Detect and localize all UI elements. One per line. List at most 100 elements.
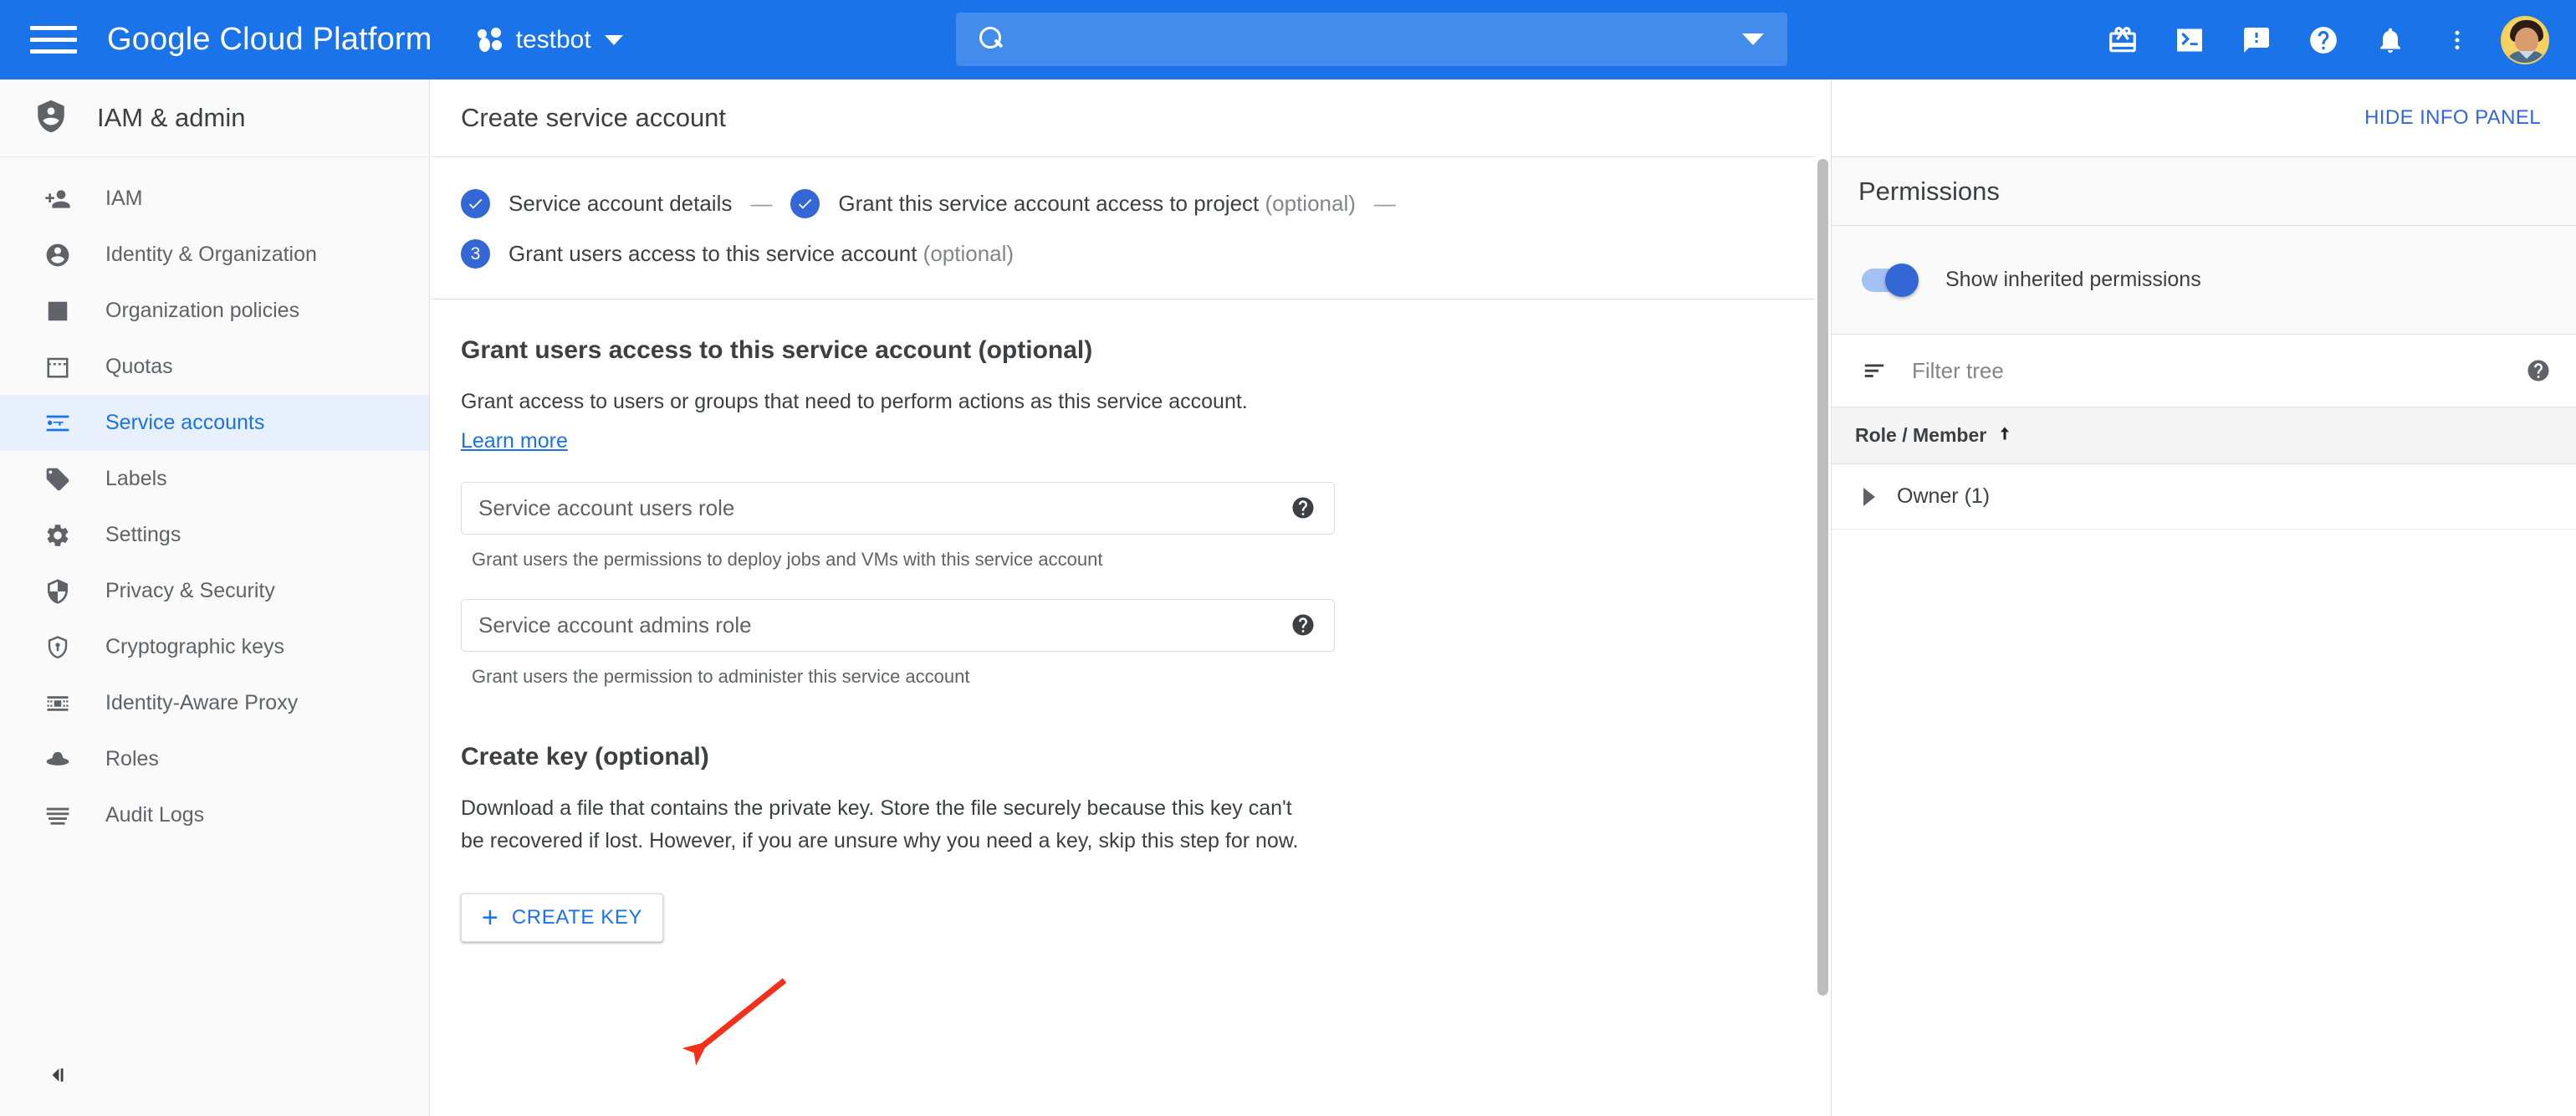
quota-calendar-icon	[38, 355, 77, 380]
show-inherited-permissions-toggle[interactable]	[1862, 263, 1919, 297]
sidebar-item-label: Settings	[105, 523, 181, 546]
step-check-icon	[790, 189, 820, 218]
show-inherited-permissions-label: Show inherited permissions	[1945, 268, 2201, 291]
step-grant-access-to-project[interactable]: Grant this service account access to pro…	[790, 189, 1356, 218]
left-sidebar: IAM & admin IAM Identity & Organization	[0, 79, 430, 1116]
stepper-row-top: Service account details — Grant this ser…	[461, 189, 1827, 218]
step-label: Grant this service account access to pro…	[838, 191, 1356, 217]
service-account-admins-role-field[interactable]	[461, 598, 1335, 652]
sidebar-item-privacy-security[interactable]: Privacy & Security	[0, 563, 429, 619]
help-icon[interactable]	[2290, 7, 2357, 74]
project-selector[interactable]: testbot	[477, 25, 623, 54]
info-panel: HIDE INFO PANEL Permissions Show inherit…	[1831, 79, 2576, 1116]
show-inherited-permissions-row: Show inherited permissions	[1832, 226, 2576, 335]
step-grant-users-access[interactable]: 3 Grant users access to this service acc…	[461, 239, 1014, 269]
key-card-icon	[38, 410, 77, 437]
filter-list-icon[interactable]	[1862, 358, 1887, 383]
create-key-button[interactable]: + CREATE KEY	[461, 893, 664, 943]
column-header-role-member-label: Role / Member	[1855, 424, 1987, 446]
column-header-role-member[interactable]: Role / Member	[1855, 424, 2013, 448]
hamburger-menu-icon[interactable]	[30, 23, 77, 57]
help-circle-icon[interactable]	[2526, 358, 2551, 383]
sidebar-item-quotas[interactable]: Quotas	[0, 339, 429, 395]
help-circle-icon[interactable]	[1291, 495, 1316, 520]
learn-more-link[interactable]: Learn more	[461, 429, 568, 453]
wizard-stepper: Service account details — Grant this ser…	[431, 157, 1827, 299]
service-account-users-role-field[interactable]	[461, 481, 1335, 535]
sidebar-item-cryptographic-keys[interactable]: Cryptographic keys	[0, 619, 429, 675]
gift-icon[interactable]	[2089, 7, 2156, 74]
shield-key-icon	[38, 635, 77, 660]
global-search-bar[interactable]	[956, 13, 1787, 66]
search-dropdown-chevron-down-icon[interactable]	[1742, 33, 1764, 45]
iap-icon	[38, 691, 77, 716]
sidebar-item-organization-policies[interactable]: Organization policies	[0, 283, 429, 339]
main-scrollbar-thumb[interactable]	[1817, 159, 1828, 996]
service-account-admins-role-hint: Grant users the permission to administer…	[472, 665, 970, 687]
step-label-text: Grant users access to this service accou…	[509, 241, 917, 266]
service-account-admins-role-input[interactable]	[478, 612, 1291, 638]
sidebar-item-identity-organization[interactable]: Identity & Organization	[0, 227, 429, 283]
sidebar-item-label: Identity & Organization	[105, 243, 317, 266]
project-dots-icon	[477, 27, 503, 53]
filter-tree-input[interactable]	[1912, 357, 2526, 384]
grant-users-section-description: Grant access to users or groups that nee…	[461, 390, 1248, 413]
feedback-icon[interactable]	[2223, 7, 2290, 74]
step-number-badge: 3	[461, 239, 490, 269]
search-icon	[979, 27, 1004, 52]
user-avatar[interactable]	[2501, 15, 2549, 64]
shield-person-icon	[33, 99, 69, 138]
info-panel-header: HIDE INFO PANEL	[1832, 79, 2576, 157]
gear-icon	[38, 522, 77, 549]
notifications-bell-icon[interactable]	[2357, 7, 2424, 74]
triangle-right-icon[interactable]	[1863, 487, 1875, 506]
search-input[interactable]	[1023, 26, 1742, 53]
gcp-brand-title: Google Cloud Platform	[107, 22, 432, 57]
step-label: Grant users access to this service accou…	[509, 241, 1014, 267]
sidebar-item-iam[interactable]: IAM	[0, 171, 429, 227]
step-check-icon	[461, 189, 490, 218]
permissions-title: Permissions	[1858, 176, 2000, 206]
step-optional-text: (optional)	[923, 241, 1015, 266]
sidebar-item-service-accounts[interactable]: Service accounts	[0, 395, 429, 451]
step-connector-dash: —	[750, 191, 773, 216]
step-connector-dash: —	[1373, 191, 1396, 216]
collapse-panel-icon[interactable]	[38, 1056, 77, 1094]
create-key-section-description: Download a file that contains the privat…	[461, 796, 1299, 852]
sidebar-item-roles[interactable]: Roles	[0, 731, 429, 787]
sidebar-item-label: Organization policies	[105, 299, 300, 322]
sidebar-item-label: Cryptographic keys	[105, 635, 284, 658]
table-row[interactable]: Owner (1)	[1832, 464, 2576, 530]
plus-icon: +	[482, 902, 498, 934]
hide-info-panel-button[interactable]: HIDE INFO PANEL	[2364, 106, 2541, 130]
sidebar-item-label: Quotas	[105, 355, 173, 378]
sidebar-item-labels[interactable]: Labels	[0, 451, 429, 507]
label-tag-icon	[38, 466, 77, 493]
sidebar-item-settings[interactable]: Settings	[0, 507, 429, 563]
step-label-text: Grant this service account access to pro…	[838, 191, 1260, 216]
sidebar-item-label: Roles	[105, 747, 159, 770]
grant-users-section-title: Grant users access to this service accou…	[461, 336, 1093, 364]
project-name-label: testbot	[515, 25, 591, 54]
sidebar-item-label: Identity-Aware Proxy	[105, 691, 299, 714]
terminal-icon[interactable]	[2156, 7, 2223, 74]
stepper-row-bottom: 3 Grant users access to this service acc…	[461, 239, 1827, 269]
sort-ascending-icon	[1996, 424, 2013, 448]
step-optional-text: (optional)	[1265, 191, 1356, 216]
create-key-button-label: CREATE KEY	[511, 906, 643, 929]
shield-check-icon	[38, 578, 77, 605]
sidebar-nav-list: IAM Identity & Organization Organization…	[0, 157, 429, 843]
sidebar-item-label: Service accounts	[105, 411, 265, 434]
permissions-table-header: Role / Member Inheritance	[1832, 407, 2576, 464]
sidebar-item-label: IAM	[105, 187, 143, 210]
sidebar-item-audit-logs[interactable]: Audit Logs	[0, 787, 429, 843]
overflow-menu-icon[interactable]	[2424, 7, 2491, 74]
sidebar-item-identity-aware-proxy[interactable]: Identity-Aware Proxy	[0, 675, 429, 731]
create-key-section-title: Create key (optional)	[461, 742, 709, 770]
service-account-users-role-input[interactable]	[478, 494, 1291, 521]
chevron-down-icon	[604, 34, 623, 45]
permissions-title-row: Permissions	[1832, 157, 2576, 226]
service-account-users-role-hint: Grant users the permissions to deploy jo…	[472, 548, 1103, 570]
step-service-account-details[interactable]: Service account details	[461, 189, 732, 218]
help-circle-icon[interactable]	[1291, 612, 1316, 637]
